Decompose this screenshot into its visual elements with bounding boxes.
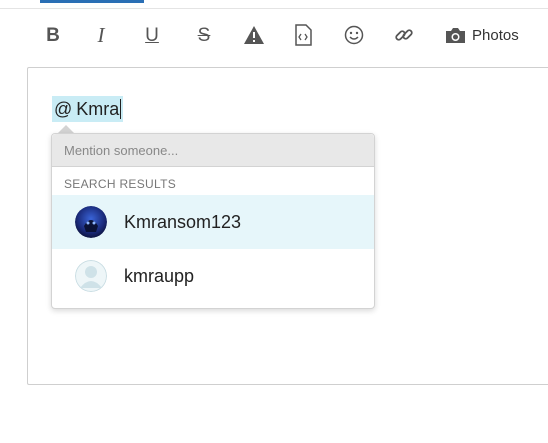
- bold-icon: B: [46, 24, 60, 46]
- strikethrough-icon: S: [197, 24, 211, 46]
- mention-token[interactable]: @ Kmra: [52, 96, 124, 122]
- link-icon: [395, 29, 413, 41]
- strikethrough-button[interactable]: S: [191, 22, 217, 48]
- mention-result-item[interactable]: kmraupp: [52, 249, 374, 303]
- dropdown-pointer: [58, 125, 74, 133]
- photos-label: Photos: [472, 26, 519, 44]
- user-photo-avatar-icon: [75, 206, 107, 238]
- result-username: Kmransom123: [124, 211, 242, 232]
- underline-icon: U: [145, 24, 159, 46]
- text-caret: [120, 99, 122, 119]
- warning-button[interactable]: [241, 22, 267, 48]
- code-file-icon: [295, 24, 312, 46]
- italic-button[interactable]: I: [88, 22, 114, 48]
- photos-button[interactable]: Photos: [445, 23, 519, 47]
- avatar: [75, 260, 107, 292]
- link-button[interactable]: [391, 22, 417, 48]
- bold-button[interactable]: B: [40, 22, 66, 48]
- mention-search-field[interactable]: [52, 134, 376, 167]
- active-tab-indicator: [40, 0, 144, 3]
- underline-button[interactable]: U: [139, 22, 165, 48]
- default-user-icon: [75, 260, 107, 292]
- warning-icon: [244, 26, 264, 44]
- avatar: [75, 206, 107, 238]
- emoji-icon: [344, 25, 364, 45]
- code-button[interactable]: [290, 22, 316, 48]
- mention-dropdown: SEARCH RESULTS Kmransom123: [51, 133, 376, 309]
- mention-at-symbol: @: [54, 98, 73, 119]
- formatting-toolbar: B I U S Photos: [0, 10, 548, 60]
- divider: [0, 8, 548, 9]
- camera-icon: [446, 27, 465, 43]
- emoji-button[interactable]: [341, 22, 367, 48]
- result-username: kmraupp: [124, 265, 195, 286]
- italic-icon: I: [97, 22, 105, 47]
- search-results-header: SEARCH RESULTS: [64, 177, 177, 191]
- mention-query-text: Kmra: [76, 98, 120, 119]
- mention-search-input[interactable]: [52, 134, 376, 166]
- mention-result-item[interactable]: Kmransom123: [52, 195, 374, 249]
